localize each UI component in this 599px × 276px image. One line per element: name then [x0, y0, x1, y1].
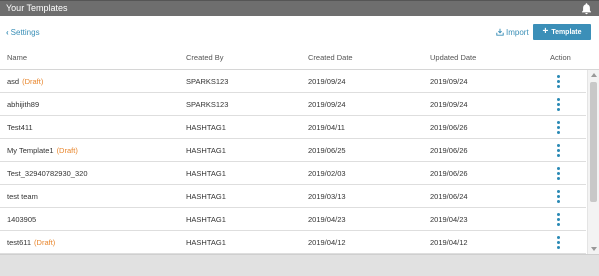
- template-name[interactable]: My Template1 (Draft): [7, 146, 78, 155]
- table-row[interactable]: asd (Draft) SPARKS123 2019/09/24 2019/09/24: [0, 70, 586, 93]
- updated-date-cell: 2019/06/26: [430, 169, 468, 178]
- created-date-cell: 2019/09/24: [308, 100, 346, 109]
- updated-date-cell: 2019/04/12: [430, 238, 468, 247]
- kebab-menu-icon[interactable]: [557, 75, 561, 89]
- template-name-text: test team: [7, 192, 38, 201]
- kebab-menu-icon[interactable]: [557, 236, 561, 250]
- import-icon: [496, 28, 504, 36]
- updated-date-cell: 2019/04/23: [430, 215, 468, 224]
- template-name-text: Test411: [7, 123, 33, 132]
- column-header-name[interactable]: Name: [7, 53, 27, 62]
- template-name[interactable]: asd (Draft): [7, 77, 43, 86]
- table-row[interactable]: Test_32940782930_320 HASHTAG1 2019/02/03 20…: [0, 162, 586, 185]
- plus-icon: +: [542, 26, 549, 37]
- kebab-menu-icon[interactable]: [557, 190, 561, 204]
- table-row[interactable]: Test411 HASHTAG1 2019/04/11 2019/06/26: [0, 116, 586, 139]
- created-by-cell: HASHTAG1: [186, 238, 226, 247]
- updated-date-cell: 2019/09/24: [430, 77, 468, 86]
- template-name-text: asd: [7, 77, 20, 86]
- table-row[interactable]: abhijith89 SPARKS123 2019/09/24 2019/09/24: [0, 93, 586, 116]
- created-date-cell: 2019/02/03: [308, 169, 346, 178]
- created-by-cell: SPARKS123: [186, 77, 229, 86]
- kebab-menu-icon[interactable]: [557, 98, 561, 112]
- page-title: Your Templates: [6, 3, 68, 13]
- template-name[interactable]: test team: [7, 192, 38, 201]
- scroll-down-arrow-icon[interactable]: [591, 247, 597, 251]
- template-name[interactable]: test611 (Draft): [7, 238, 55, 247]
- table-header: Name Created By Created Date Updated Dat…: [0, 46, 599, 70]
- created-by-cell: HASHTAG1: [186, 192, 226, 201]
- table-body: asd (Draft) SPARKS123 2019/09/24 2019/09/24 a…: [0, 70, 586, 254]
- draft-badge: (Draft): [56, 146, 78, 155]
- created-by-cell: HASHTAG1: [186, 146, 226, 155]
- bell-icon[interactable]: [580, 2, 593, 15]
- column-header-created-by[interactable]: Created By: [186, 53, 224, 62]
- kebab-menu-icon[interactable]: [557, 213, 561, 227]
- column-header-action: Action: [550, 53, 571, 62]
- template-name[interactable]: Test411: [7, 123, 33, 132]
- created-by-cell: SPARKS123: [186, 100, 229, 109]
- table-row[interactable]: test611 (Draft) HASHTAG1 2019/04/12 2019/04/…: [0, 231, 586, 254]
- add-template-button[interactable]: + Template: [533, 24, 591, 40]
- table-row[interactable]: test team HASHTAG1 2019/03/13 2019/06/24: [0, 185, 586, 208]
- created-by-cell: HASHTAG1: [186, 169, 226, 178]
- table-row[interactable]: 1403905 HASHTAG1 2019/04/23 2019/04/23: [0, 208, 586, 231]
- template-button-label: Template: [551, 28, 582, 36]
- kebab-menu-icon[interactable]: [557, 121, 561, 135]
- template-name[interactable]: abhijith89: [7, 100, 39, 109]
- template-name-text: test611: [7, 238, 32, 247]
- created-by-cell: HASHTAG1: [186, 123, 226, 132]
- updated-date-cell: 2019/06/24: [430, 192, 468, 201]
- draft-badge: (Draft): [34, 238, 56, 247]
- template-name-text: Test_32940782930_320: [7, 169, 88, 178]
- scroll-up-arrow-icon[interactable]: [591, 73, 597, 77]
- table-row[interactable]: My Template1 (Draft) HASHTAG1 2019/06/25 201…: [0, 139, 586, 162]
- template-name-text: abhijith89: [7, 100, 40, 109]
- draft-badge: (Draft): [22, 77, 44, 86]
- updated-date-cell: 2019/06/26: [430, 123, 468, 132]
- created-by-cell: HASHTAG1: [186, 215, 226, 224]
- settings-link[interactable]: ‹ Settings: [6, 28, 40, 37]
- template-name[interactable]: 1403905: [7, 215, 36, 224]
- footer-bar: [0, 254, 599, 276]
- template-name-text: My Template1: [7, 146, 54, 155]
- kebab-menu-icon[interactable]: [557, 144, 561, 158]
- created-date-cell: 2019/03/13: [308, 192, 346, 201]
- import-link[interactable]: Import: [496, 28, 529, 37]
- vertical-scrollbar[interactable]: [587, 70, 599, 254]
- column-header-created-date[interactable]: Created Date: [308, 53, 353, 62]
- settings-label: Settings: [10, 28, 40, 37]
- updated-date-cell: 2019/06/26: [430, 146, 468, 155]
- column-header-updated-date[interactable]: Updated Date: [430, 53, 476, 62]
- created-date-cell: 2019/06/25: [308, 146, 346, 155]
- toolbar: ‹ Settings Import + Template: [0, 16, 599, 46]
- title-bar: Your Templates: [0, 0, 599, 16]
- scroll-thumb[interactable]: [590, 82, 597, 202]
- kebab-menu-icon[interactable]: [557, 167, 561, 181]
- template-name-text: 1403905: [7, 215, 37, 224]
- created-date-cell: 2019/09/24: [308, 77, 346, 86]
- created-date-cell: 2019/04/23: [308, 215, 346, 224]
- updated-date-cell: 2019/09/24: [430, 100, 468, 109]
- chevron-left-icon: ‹: [6, 28, 9, 37]
- import-label: Import: [506, 28, 529, 37]
- created-date-cell: 2019/04/12: [308, 238, 346, 247]
- template-name[interactable]: Test_32940782930_320: [7, 169, 88, 178]
- created-date-cell: 2019/04/11: [308, 123, 345, 132]
